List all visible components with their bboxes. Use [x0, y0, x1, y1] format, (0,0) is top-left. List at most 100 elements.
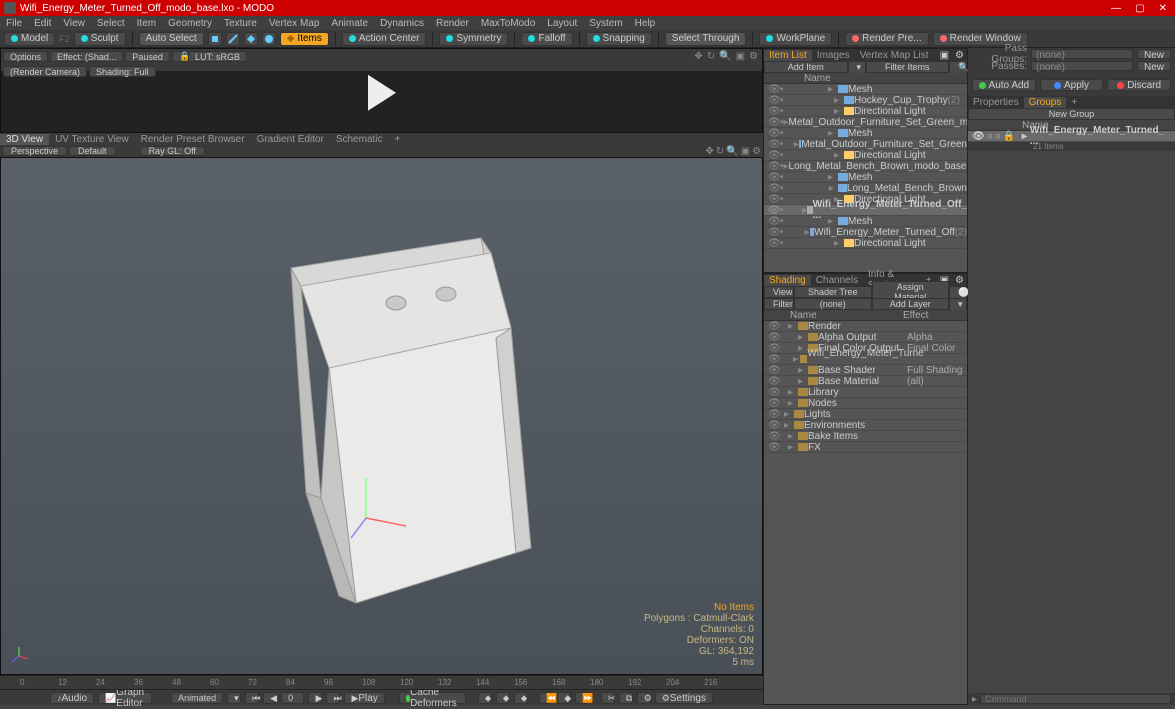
- key-center-icon[interactable]: ◆: [557, 692, 571, 704]
- tree-row[interactable]: 👁•▸ Directional Light: [764, 150, 967, 161]
- key-icon-2[interactable]: ⬥: [496, 692, 510, 704]
- new-button[interactable]: New: [1137, 49, 1171, 59]
- apply-button[interactable]: Apply: [1040, 79, 1104, 91]
- menu-edit[interactable]: Edit: [34, 18, 51, 29]
- default-button[interactable]: Default: [69, 146, 116, 156]
- shader-row[interactable]: 👁▸ Base ShaderFull Shading: [764, 365, 967, 376]
- expand-icon[interactable]: ▸: [972, 694, 980, 705]
- items-button[interactable]: ◆Items: [280, 32, 329, 46]
- copy-key-icon[interactable]: ⧉: [619, 692, 633, 704]
- lut-button[interactable]: LUT: sRGB: [188, 51, 247, 62]
- actioncenter-button[interactable]: Action Center: [342, 32, 427, 46]
- tab-channels[interactable]: Channels: [811, 275, 863, 286]
- menu-animate[interactable]: Animate: [331, 18, 368, 29]
- autoadd-button[interactable]: Auto Add: [972, 79, 1036, 91]
- menu-item[interactable]: Item: [137, 18, 156, 29]
- rp-gear-icon[interactable]: ⚙: [749, 51, 758, 62]
- play-icon[interactable]: [368, 74, 396, 110]
- tree-row[interactable]: 👁•▸ Metal_Outdoor_Furniture_Set_Green_m.…: [764, 117, 967, 128]
- search-icon[interactable]: 🔍: [949, 61, 967, 74]
- options-icon[interactable]: ⚙: [637, 692, 651, 704]
- vp-rotate-icon[interactable]: ↻: [716, 146, 724, 157]
- tree-row[interactable]: 👁•▸ Directional Light: [764, 238, 967, 249]
- paused-button[interactable]: Paused: [125, 51, 170, 62]
- rp-zoom-icon[interactable]: 🔍: [719, 51, 731, 62]
- last-frame-button[interactable]: ⏭: [326, 692, 340, 704]
- tree-row[interactable]: 👁•▸ Directional Light: [764, 106, 967, 117]
- menu-system[interactable]: System: [589, 18, 622, 29]
- timeline-ruler[interactable]: 0 12 24 36 48 60 72 84 96 108 120 132 14…: [0, 676, 763, 690]
- menu-vertexmap[interactable]: Vertex Map: [269, 18, 320, 29]
- tree-row[interactable]: 👁•▸ Hockey_Cup_Trophy (2): [764, 95, 967, 106]
- sculpt-button[interactable]: Sculpt: [74, 32, 126, 46]
- select-edge-icon[interactable]: [226, 32, 240, 46]
- menu-texture[interactable]: Texture: [224, 18, 257, 29]
- menu-dynamics[interactable]: Dynamics: [380, 18, 424, 29]
- item-tree[interactable]: Name 👁•▸ Mesh👁•▸ Hockey_Cup_Trophy (2)👁•…: [764, 73, 967, 272]
- animated-button[interactable]: Animated: [171, 692, 223, 704]
- perspective-button[interactable]: Perspective: [2, 146, 67, 156]
- additem-button[interactable]: Add Item: [764, 61, 848, 73]
- passgroups-field[interactable]: (none): [1031, 49, 1133, 59]
- tab-vertexmap[interactable]: Vertex Map List: [855, 50, 934, 61]
- select-material-icon[interactable]: [262, 32, 276, 46]
- camera-button[interactable]: (Render Camera): [3, 66, 87, 77]
- menu-maxtomodo[interactable]: MaxToModo: [481, 18, 535, 29]
- tree-row[interactable]: 👁•▸ Metal_Outdoor_Furniture_Set_Green: [764, 139, 967, 150]
- renderprev-button[interactable]: Render Pre...: [845, 32, 928, 46]
- filteritems-button[interactable]: Filter Items: [866, 61, 950, 73]
- menu-view[interactable]: View: [63, 18, 85, 29]
- menu-layout[interactable]: Layout: [547, 18, 577, 29]
- tab-schematic[interactable]: Schematic: [330, 134, 389, 145]
- audio-button[interactable]: ♪ Audio: [50, 692, 94, 704]
- menu-geometry[interactable]: Geometry: [168, 18, 212, 29]
- new-pass-button[interactable]: New: [1137, 61, 1171, 71]
- tab-renderpreset[interactable]: Render Preset Browser: [135, 134, 251, 145]
- effect-button[interactable]: Effect: (Shad...: [50, 51, 123, 62]
- tree-row[interactable]: 👁•▸ Wifi_Energy_Meter_Turned_Off (2): [764, 227, 967, 238]
- symmetry-button[interactable]: Symmetry: [439, 32, 508, 46]
- snapping-button[interactable]: Snapping: [586, 32, 652, 46]
- shader-row[interactable]: 👁▸ FX: [764, 442, 967, 453]
- key-icon[interactable]: ⬥: [478, 692, 492, 704]
- render-preview[interactable]: Options Effect: (Shad... Paused 🔒 LUT: s…: [0, 48, 763, 133]
- menu-help[interactable]: Help: [635, 18, 656, 29]
- tab-images[interactable]: Images: [812, 50, 855, 61]
- tab-groups[interactable]: Groups: [1024, 97, 1067, 108]
- tree-row[interactable]: 👁•▸ Mesh: [764, 172, 967, 183]
- prev-frame-button[interactable]: ◀: [263, 692, 277, 704]
- menu-render[interactable]: Render: [436, 18, 469, 29]
- shadertree-button[interactable]: Shader Tree: [794, 286, 872, 298]
- rp-move-icon[interactable]: ✥: [694, 51, 702, 62]
- graph-button[interactable]: 📈 Graph Editor: [98, 692, 151, 704]
- dropdown-icon[interactable]: ▾: [227, 692, 241, 704]
- tree-row[interactable]: 👁•▸ Mesh: [764, 84, 967, 95]
- panel-gear-icon[interactable]: ⚙: [952, 50, 967, 61]
- shader-row[interactable]: 👁▸ Base Material(all): [764, 376, 967, 387]
- vp-max-icon[interactable]: ▣: [741, 146, 750, 157]
- tab-itemlist[interactable]: Item List: [764, 50, 812, 61]
- shader-row[interactable]: 👁▸ Render: [764, 321, 967, 332]
- cache-button[interactable]: Cache Deformers: [399, 692, 467, 704]
- prev-key-icon[interactable]: ⏪: [539, 692, 553, 704]
- model-button[interactable]: Model: [4, 32, 55, 46]
- none-button[interactable]: (none): [794, 298, 872, 310]
- menu-select[interactable]: Select: [97, 18, 125, 29]
- close-button[interactable]: ✕: [1159, 3, 1167, 14]
- selectthrough-button[interactable]: Select Through: [665, 32, 747, 46]
- shader-row[interactable]: 👁▸ Library: [764, 387, 967, 398]
- workplane-button[interactable]: WorkPlane: [759, 32, 832, 46]
- autoselect-button[interactable]: Auto Select: [139, 32, 204, 46]
- command-input[interactable]: [980, 694, 1171, 704]
- addlayer-button[interactable]: Add Layer: [872, 298, 950, 310]
- vp-move-icon[interactable]: ✥: [705, 146, 713, 157]
- minimize-button[interactable]: —: [1111, 3, 1121, 14]
- falloff-button[interactable]: Falloff: [521, 32, 572, 46]
- tab-add[interactable]: +: [389, 134, 407, 145]
- shader-row[interactable]: 👁▸ Environments: [764, 420, 967, 431]
- group-item[interactable]: 👁○○🔒 ▸ Wifi_Energy_Meter_Turned_ ...: [968, 131, 1175, 142]
- cut-key-icon[interactable]: ✂: [601, 692, 615, 704]
- frame-field[interactable]: 0: [281, 692, 304, 704]
- select-vertex-icon[interactable]: [208, 32, 222, 46]
- newgroup-button[interactable]: New Group: [968, 108, 1175, 120]
